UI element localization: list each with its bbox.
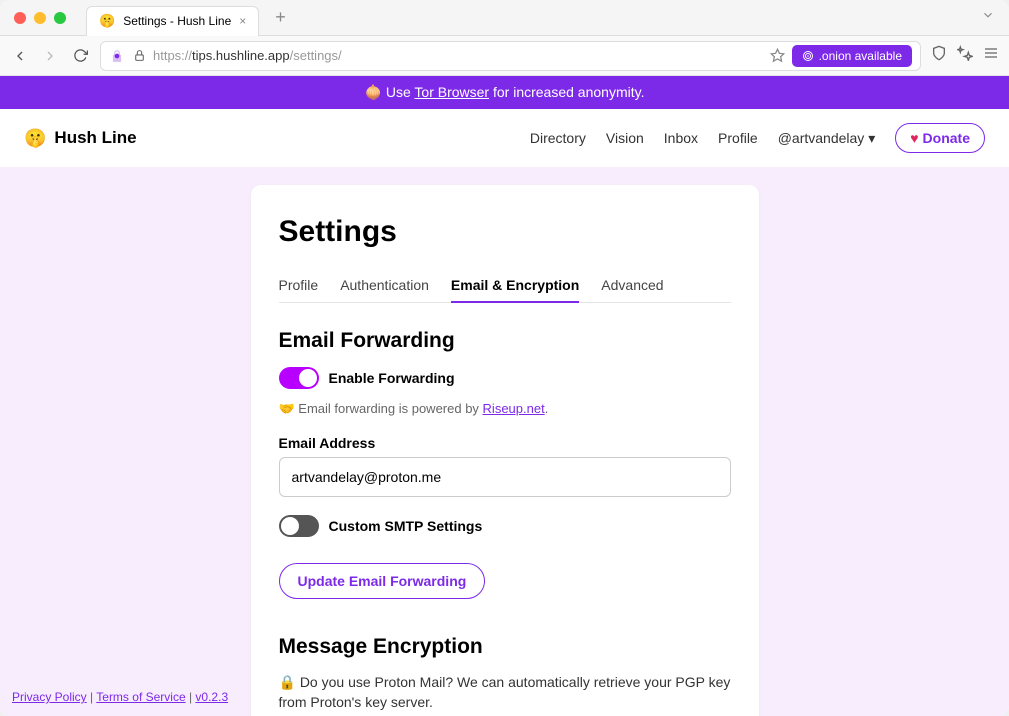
tabs-overflow-icon[interactable] [981,8,995,27]
browser-tab[interactable]: 🤫 Settings - Hush Line × [86,6,259,36]
footer: Privacy Policy | Terms of Service | v0.2… [12,690,228,704]
back-button[interactable] [10,46,30,66]
nav-directory[interactable]: Directory [530,130,586,146]
brand[interactable]: 🤫 Hush Line [24,128,137,149]
tab-email-encryption[interactable]: Email & Encryption [451,269,579,303]
encryption-body: 🔒 Do you use Proton Mail? We can automat… [279,673,731,712]
tab-authentication[interactable]: Authentication [340,269,429,302]
update-email-forwarding-button[interactable]: Update Email Forwarding [279,563,486,599]
nav-profile[interactable]: Profile [718,130,758,146]
tab-close-icon[interactable]: × [239,14,246,28]
app-header: 🤫 Hush Line Directory Vision Inbox Profi… [0,109,1009,167]
email-forwarding-heading: Email Forwarding [279,329,731,353]
url-bar[interactable]: https://tips.hushline.app/settings/ .oni… [100,41,921,71]
tab-advanced[interactable]: Advanced [601,269,663,302]
tab-favicon-icon: 🤫 [99,13,115,29]
settings-tabs: Profile Authentication Email & Encryptio… [279,269,731,303]
tab-title: Settings - Hush Line [123,14,231,28]
bookmark-icon[interactable] [770,48,786,64]
reload-button[interactable] [70,46,90,66]
tor-browser-link[interactable]: Tor Browser [414,84,489,100]
donate-button[interactable]: ♥ Donate [895,123,985,153]
url-text: https://tips.hushline.app/settings/ [153,48,764,63]
window-maximize-icon[interactable] [54,12,66,24]
menu-icon[interactable] [983,45,999,66]
nav-vision[interactable]: Vision [606,130,644,146]
page-content: 🧅 Use Tor Browser for increased anonymit… [0,76,1009,716]
forward-button[interactable] [40,46,60,66]
new-tab-button[interactable]: + [275,7,286,28]
enable-forwarding-label: Enable Forwarding [329,370,455,386]
email-address-label: Email Address [279,435,731,451]
nav-user-menu[interactable]: @artvandelay ▾ [778,130,876,147]
page-title: Settings [279,215,731,249]
shield-icon[interactable] [931,45,947,66]
titlebar: 🤫 Settings - Hush Line × + [0,0,1009,36]
email-address-input[interactable] [279,457,731,497]
message-encryption-heading: Message Encryption [279,635,731,659]
window-minimize-icon[interactable] [34,12,46,24]
enable-forwarding-toggle[interactable] [279,367,319,389]
custom-smtp-label: Custom SMTP Settings [329,518,483,534]
terms-link[interactable]: Terms of Service [96,690,185,704]
brand-icon: 🤫 [24,128,46,149]
heart-icon: ♥ [910,130,918,146]
riseup-link[interactable]: Riseup.net [483,401,545,416]
sparkle-icon[interactable] [957,45,973,66]
privacy-link[interactable]: Privacy Policy [12,690,87,704]
settings-card: Settings Profile Authentication Email & … [251,185,759,716]
onion-available-badge[interactable]: .onion available [792,45,912,67]
browser-toolbar: https://tips.hushline.app/settings/ .oni… [0,36,1009,76]
nav-inbox[interactable]: Inbox [664,130,698,146]
window-close-icon[interactable] [14,12,26,24]
version-link[interactable]: v0.2.3 [195,690,228,704]
lock-icon [131,48,147,64]
tor-circuit-icon[interactable] [109,48,125,64]
custom-smtp-toggle[interactable] [279,515,319,537]
tab-profile[interactable]: Profile [279,269,319,302]
tor-banner: 🧅 Use Tor Browser for increased anonymit… [0,76,1009,109]
forwarding-hint: 🤝 Email forwarding is powered by Riseup.… [279,401,731,417]
